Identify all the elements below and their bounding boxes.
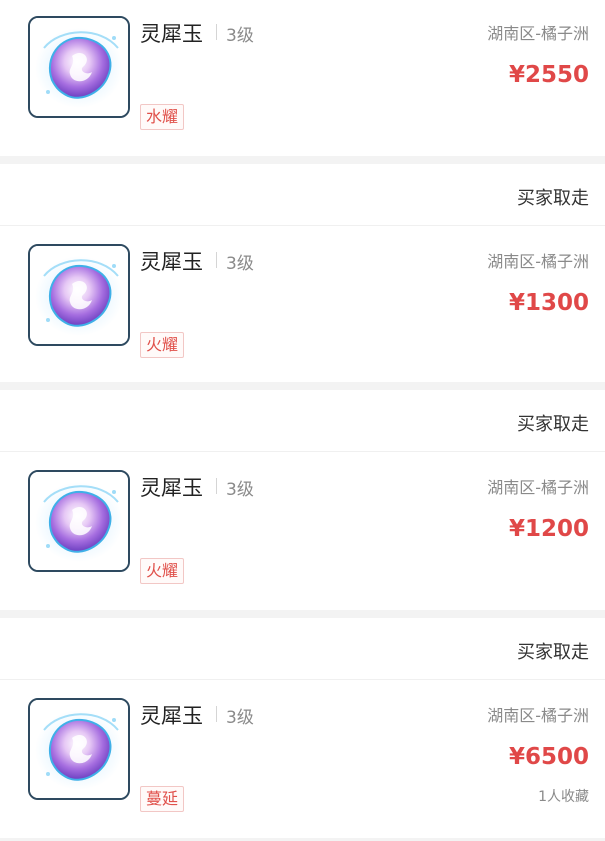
- spirit-jade-icon: [28, 698, 130, 800]
- spirit-jade-icon: [28, 244, 130, 346]
- item-name: 灵犀玉: [140, 22, 203, 46]
- item-price: ¥1300: [508, 290, 589, 316]
- item-price: ¥1200: [508, 516, 589, 542]
- item-level: 3级: [226, 708, 254, 728]
- listing-card[interactable]: 灵犀玉 3级 水耀 湖南区-橘子洲 ¥2550: [0, 0, 605, 156]
- item-price: ¥6500: [508, 744, 589, 770]
- seller-location: 湖南区-橘子洲: [487, 24, 589, 43]
- listing-item-row[interactable]: 灵犀玉 3级 火耀 湖南区-橘子洲 ¥1300: [0, 228, 605, 368]
- listing-status-row: 买家取走: [0, 164, 605, 226]
- listing-item-row[interactable]: 灵犀玉 3级 水耀 湖南区-橘子洲 ¥2550: [0, 0, 605, 140]
- listing-item-row[interactable]: 灵犀玉 3级 蔓延 湖南区-橘子洲 ¥6500 1人收藏: [0, 682, 605, 822]
- name-level-separator: [216, 478, 217, 494]
- item-name: 灵犀玉: [140, 704, 203, 728]
- seller-location: 湖南区-橘子洲: [487, 252, 589, 271]
- listing-card[interactable]: 买家取走 灵犀玉 3级 火耀 湖南区-橘子洲 ¥1200: [0, 390, 605, 610]
- section-divider: [0, 382, 605, 390]
- listing-item-row[interactable]: 灵犀玉 3级 火耀 湖南区-橘子洲 ¥1200: [0, 454, 605, 594]
- listing-card[interactable]: 买家取走 灵犀玉 3级 蔓延 湖南区-橘子洲 ¥6500 1人收藏: [0, 618, 605, 838]
- listing-status-row: 买家取走: [0, 618, 605, 680]
- listing-status-row: 买家取走: [0, 390, 605, 452]
- spirit-jade-icon: [28, 470, 130, 572]
- item-level: 3级: [226, 480, 254, 500]
- attribute-tag: 火耀: [140, 332, 185, 358]
- section-divider: [0, 610, 605, 618]
- section-divider: [0, 156, 605, 164]
- name-level-separator: [216, 252, 217, 268]
- attribute-tag: 水耀: [140, 104, 185, 130]
- item-level: 3级: [226, 254, 254, 274]
- pickup-status: 买家取走: [517, 414, 589, 435]
- name-level-separator: [216, 706, 217, 722]
- item-level: 3级: [226, 26, 254, 46]
- seller-location: 湖南区-橘子洲: [487, 478, 589, 497]
- seller-location: 湖南区-橘子洲: [487, 706, 589, 725]
- item-name: 灵犀玉: [140, 250, 203, 274]
- attribute-tag: 火耀: [140, 558, 185, 584]
- spirit-jade-icon: [28, 16, 130, 118]
- listing-card[interactable]: 买家取走 灵犀玉 3级 火耀 湖南区-橘子洲 ¥1300: [0, 164, 605, 382]
- attribute-tag: 蔓延: [140, 786, 185, 812]
- name-level-separator: [216, 24, 217, 40]
- item-name: 灵犀玉: [140, 476, 203, 500]
- pickup-status: 买家取走: [517, 642, 589, 663]
- favorites-count: 1人收藏: [538, 789, 589, 805]
- pickup-status: 买家取走: [517, 188, 589, 209]
- item-price: ¥2550: [508, 62, 589, 88]
